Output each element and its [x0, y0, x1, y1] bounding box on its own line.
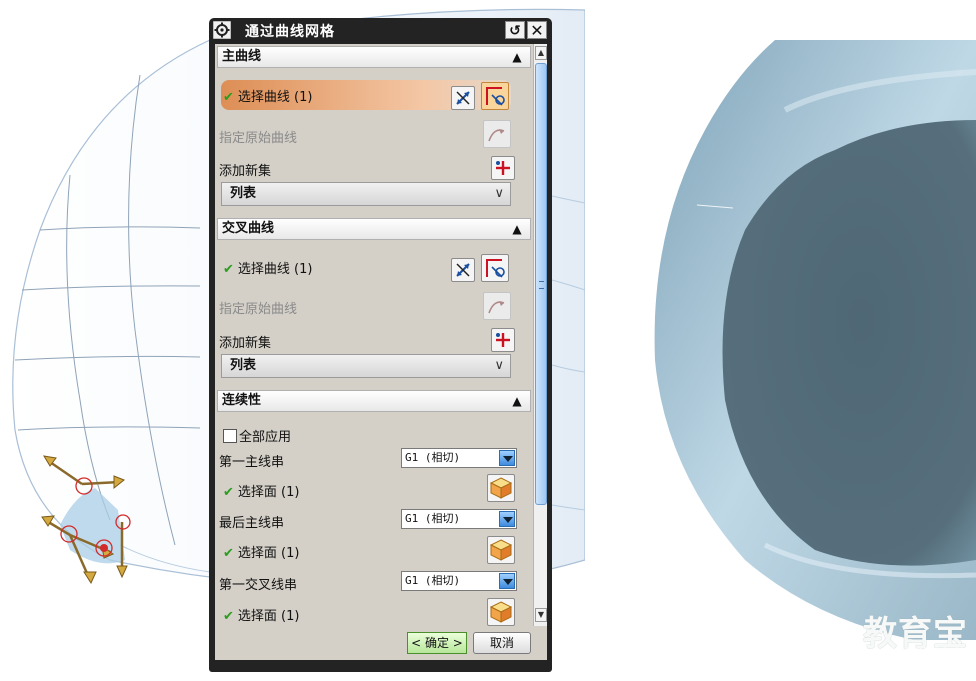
face-cube-icon — [489, 477, 513, 499]
select-face-2-text: 选择面 (1) — [237, 546, 300, 561]
curve-select-button[interactable] — [481, 254, 509, 282]
through-curve-mesh-dialog: 通过曲线网格 ↺ ✕ 主曲线 ▲ ✔ 选择曲线 (1) 指定原始曲线 添加新集 列… — [209, 18, 552, 672]
cross-add-new-set-label: 添加新集 — [219, 336, 272, 351]
cross-curves-title: 交叉曲线 — [222, 221, 275, 236]
reverse-direction-button[interactable] — [451, 86, 475, 110]
primary-list-label: 列表 — [230, 186, 257, 201]
primary-specify-original-label: 指定原始曲线 — [219, 131, 298, 146]
face-cube-icon — [489, 539, 513, 561]
first-primary-continuity-select[interactable]: G1 (相切) — [401, 448, 517, 468]
select-face-1-label[interactable]: ✔ 选择面 (1) — [223, 481, 299, 500]
cross-curves-header[interactable]: 交叉曲线 ▲ — [217, 218, 531, 240]
primary-add-new-set-button[interactable] — [491, 156, 515, 180]
checkmark-icon: ✔ — [223, 546, 234, 561]
original-curve-icon — [488, 301, 505, 314]
apply-all-checkbox-row[interactable]: 全部应用 — [223, 426, 291, 445]
cross-list-label: 列表 — [230, 358, 257, 373]
curve-select-icon — [486, 87, 505, 106]
specify-original-curve-button[interactable] — [483, 292, 511, 320]
continuity-header[interactable]: 连续性 ▲ — [217, 390, 531, 412]
dialog-scrollbar[interactable]: ▲ ▼ — [533, 44, 547, 626]
checkmark-icon: ✔ — [223, 262, 234, 277]
chevron-down-icon: ∨ — [494, 358, 504, 373]
dialog-footer: < 确定 > 取消 — [215, 626, 547, 660]
last-primary-continuity-value: G1 (相切) — [405, 512, 461, 525]
dialog-body: 主曲线 ▲ ✔选择曲线 (1) 指定原始曲线 添加新集 列表 ∨ 交叉曲线 ▲ — [215, 44, 547, 626]
first-primary-string-label: 第一主线串 — [219, 455, 285, 470]
first-cross-continuity-select[interactable]: G1 (相切) — [401, 571, 517, 591]
last-primary-continuity-select[interactable]: G1 (相切) — [401, 509, 517, 529]
grip-icon — [539, 281, 544, 289]
cancel-button[interactable]: 取消 — [473, 632, 531, 654]
original-curve-icon — [488, 129, 505, 142]
ok-button[interactable]: < 确定 > — [407, 632, 467, 654]
dropdown-arrow-icon — [499, 511, 515, 527]
specify-original-curve-button[interactable] — [483, 120, 511, 148]
checkmark-icon: ✔ — [223, 485, 234, 500]
select-face-1-button[interactable] — [487, 474, 515, 502]
select-face-3-text: 选择面 (1) — [237, 609, 300, 624]
cross-specify-original-label: 指定原始曲线 — [219, 302, 298, 317]
scroll-down-icon[interactable]: ▼ — [535, 608, 547, 622]
chevron-up-icon[interactable]: ▲ — [508, 392, 526, 410]
last-primary-string-label: 最后主线串 — [219, 516, 285, 531]
dialog-title: 通过曲线网格 — [245, 24, 335, 40]
primary-select-curve-text: 选择曲线 (1) — [237, 90, 313, 105]
chevron-up-icon[interactable]: ▲ — [508, 220, 526, 238]
primary-list-toggle[interactable]: 列表 ∨ — [221, 182, 511, 206]
select-face-2-label[interactable]: ✔ 选择面 (1) — [223, 542, 299, 561]
reverse-direction-icon — [456, 91, 470, 105]
face-cube-icon — [489, 601, 513, 623]
apply-all-checkbox[interactable] — [223, 429, 237, 443]
checkmark-icon: ✔ — [223, 609, 234, 624]
primary-select-curve-label[interactable]: ✔ 选择曲线 (1) — [223, 86, 312, 105]
cross-select-curve-label[interactable]: ✔ 选择曲线 (1) — [223, 258, 312, 277]
select-face-3-button[interactable] — [487, 598, 515, 626]
curve-select-button[interactable] — [481, 82, 509, 110]
dialog-titlebar[interactable]: 通过曲线网格 ↺ ✕ — [209, 18, 552, 42]
close-icon[interactable]: ✕ — [527, 21, 547, 40]
scroll-up-icon[interactable]: ▲ — [535, 46, 547, 60]
gear-icon[interactable] — [213, 21, 231, 39]
add-set-icon — [496, 161, 510, 175]
primary-curves-header[interactable]: 主曲线 ▲ — [217, 46, 531, 68]
watermark-url: JIAOYUBAO.CN — [891, 647, 968, 657]
first-primary-continuity-value: G1 (相切) — [405, 451, 461, 464]
add-set-icon — [496, 333, 510, 347]
select-face-2-button[interactable] — [487, 536, 515, 564]
cross-select-curve-text: 选择曲线 (1) — [237, 262, 313, 277]
select-face-1-text: 选择面 (1) — [237, 485, 300, 500]
right-3d-viewport[interactable]: 教育宝 JIAOYUBAO.CN — [585, 0, 976, 681]
shaded-surface-model — [654, 40, 976, 640]
checkmark-icon: ✔ — [223, 90, 234, 105]
first-cross-string-label: 第一交叉线串 — [219, 578, 298, 593]
apply-all-label: 全部应用 — [239, 430, 292, 445]
curve-select-icon — [486, 259, 505, 278]
reverse-direction-icon — [456, 263, 470, 277]
scrollbar-thumb[interactable] — [535, 63, 547, 505]
chevron-up-icon[interactable]: ▲ — [508, 48, 526, 66]
primary-curves-title: 主曲线 — [222, 49, 262, 64]
primary-add-new-set-label: 添加新集 — [219, 164, 272, 179]
reverse-direction-button[interactable] — [451, 258, 475, 282]
dropdown-arrow-icon — [499, 450, 515, 466]
dropdown-arrow-icon — [499, 573, 515, 589]
continuity-title: 连续性 — [222, 393, 262, 408]
cross-list-toggle[interactable]: 列表 ∨ — [221, 354, 511, 378]
cross-add-new-set-button[interactable] — [491, 328, 515, 352]
select-face-3-label[interactable]: ✔ 选择面 (1) — [223, 605, 299, 624]
first-cross-continuity-value: G1 (相切) — [405, 574, 461, 587]
reset-icon[interactable]: ↺ — [505, 21, 525, 39]
chevron-down-icon: ∨ — [494, 186, 504, 201]
